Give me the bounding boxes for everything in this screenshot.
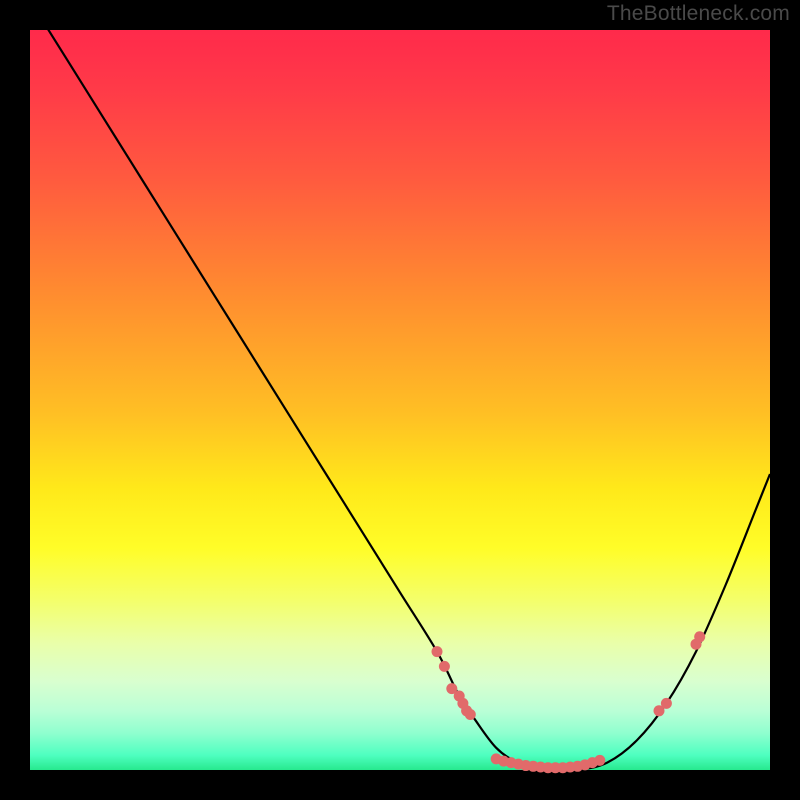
data-marker [661, 698, 672, 709]
data-marker [432, 646, 443, 657]
data-marker [594, 755, 605, 766]
bottleneck-curve [30, 0, 770, 771]
chart-frame: TheBottleneck.com [0, 0, 800, 800]
chart-svg-overlay [30, 30, 770, 770]
data-marker [439, 661, 450, 672]
data-marker [465, 709, 476, 720]
data-markers-group [432, 631, 706, 773]
data-marker [694, 631, 705, 642]
watermark-text: TheBottleneck.com [607, 2, 790, 26]
